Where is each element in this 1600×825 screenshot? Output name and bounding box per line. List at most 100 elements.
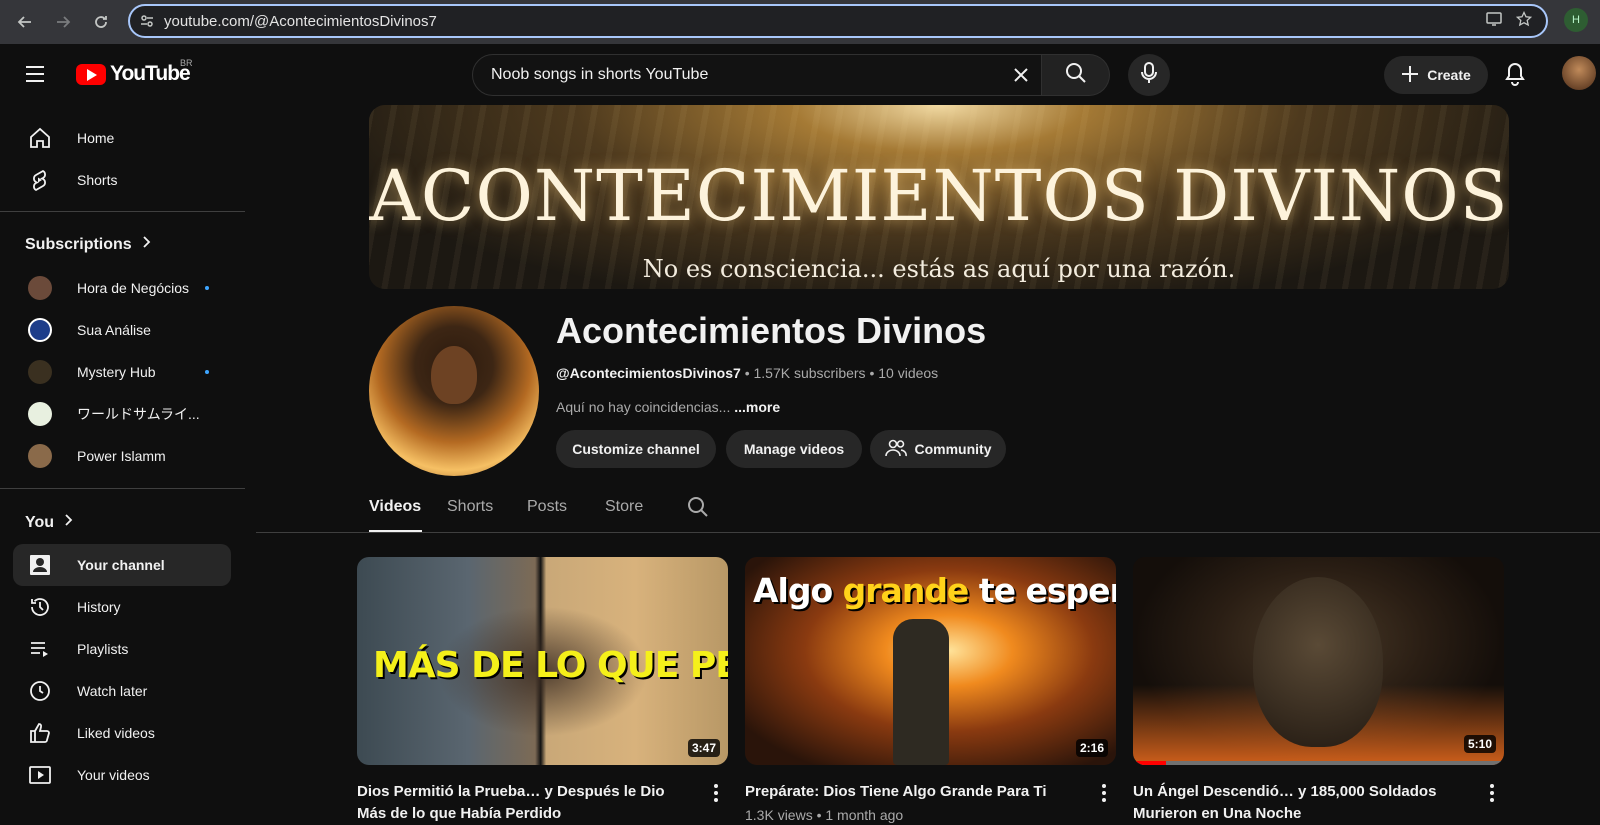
more-link[interactable]: ...more bbox=[734, 399, 780, 415]
sidebar-sub-world-samurai[interactable]: ワールドサムライ... bbox=[13, 393, 231, 435]
sidebar-sub-power-islamm[interactable]: Power Islamm bbox=[13, 435, 231, 477]
tab-shorts[interactable]: Shorts bbox=[447, 498, 493, 516]
browser-profile-avatar[interactable]: H bbox=[1564, 8, 1588, 32]
reload-icon[interactable] bbox=[84, 5, 118, 39]
sidebar-item-label: ワールドサムライ... bbox=[77, 406, 200, 422]
channel-banner: ACONTECIMIENTOS DIVINOS No es conscienci… bbox=[369, 105, 1509, 289]
watch-progress-fill bbox=[1133, 761, 1167, 765]
search-button[interactable] bbox=[1042, 54, 1110, 96]
channel-handle: @AcontecimientosDivinos7 bbox=[556, 365, 741, 381]
channel-avatar bbox=[28, 360, 52, 384]
button-label: Manage videos bbox=[743, 441, 845, 457]
more-actions-icon[interactable] bbox=[1480, 781, 1504, 805]
account-avatar[interactable] bbox=[1562, 56, 1596, 90]
youtube-play-icon bbox=[76, 63, 106, 85]
video-thumbnail[interactable]: 5:10 bbox=[1133, 557, 1504, 765]
sidebar-item-label: History bbox=[77, 599, 121, 615]
bookmark-star-icon[interactable] bbox=[1515, 10, 1533, 32]
video-card[interactable]: MÁS DE LO QUE PERDIÓ 3:47 Dios Permitió … bbox=[357, 557, 728, 822]
channel-avatar bbox=[28, 318, 52, 342]
sidebar-sub-hora-de-negocios[interactable]: Hora de Negócios bbox=[13, 267, 231, 309]
community-icon bbox=[884, 439, 907, 460]
forward-icon[interactable] bbox=[46, 5, 80, 39]
tab-posts[interactable]: Posts bbox=[527, 498, 567, 516]
sidebar-item-label: Watch later bbox=[77, 683, 148, 699]
new-content-dot bbox=[205, 286, 209, 290]
sidebar-item-label: Home bbox=[77, 130, 115, 146]
search-query[interactable]: Noob songs in shorts YouTube bbox=[473, 66, 1001, 84]
sidebar-item-your-channel[interactable]: Your channel bbox=[13, 544, 231, 586]
channel-avatar-large[interactable] bbox=[369, 306, 539, 476]
clear-search-icon[interactable] bbox=[1001, 66, 1041, 84]
tab-videos[interactable]: Videos bbox=[369, 498, 421, 516]
country-code: BR bbox=[180, 58, 193, 68]
address-bar[interactable]: youtube.com/@AcontecimientosDivinos7 bbox=[128, 4, 1548, 38]
back-icon[interactable] bbox=[8, 5, 42, 39]
video-title[interactable]: Dios Permitió la Prueba… y Después le Di… bbox=[357, 781, 697, 825]
sidebar-sub-sua-analise[interactable]: Sua Análise bbox=[13, 309, 231, 351]
sidebar-item-label: Shorts bbox=[77, 172, 118, 188]
subscriptions-heading-label: Subscriptions bbox=[25, 235, 132, 253]
video-card[interactable]: Algo grande te espera 2:16 Prepárate: Di… bbox=[745, 557, 1116, 823]
thumbnail-word: Algo bbox=[753, 571, 833, 610]
sidebar-item-watch-later[interactable]: Watch later bbox=[13, 670, 231, 712]
video-duration: 5:10 bbox=[1463, 735, 1496, 753]
sidebar-item-history[interactable]: History bbox=[13, 586, 231, 628]
video-thumbnail[interactable]: Algo grande te espera 2:16 bbox=[745, 557, 1116, 765]
create-button[interactable]: Create bbox=[1384, 56, 1488, 94]
tab-store[interactable]: Store bbox=[605, 498, 643, 516]
subscriptions-heading[interactable]: Subscriptions bbox=[25, 235, 152, 254]
video-duration: 2:16 bbox=[1075, 739, 1108, 757]
sidebar-item-liked-videos[interactable]: Liked videos bbox=[13, 712, 231, 754]
yt-masthead: YouTube BR Noob songs in shorts YouTube … bbox=[0, 44, 1600, 104]
plus-icon bbox=[1401, 65, 1419, 86]
channel-description[interactable]: Aquí no hay coincidencias... ...more bbox=[556, 399, 780, 415]
watch-progress-bar bbox=[1133, 761, 1504, 765]
sidebar-item-label: Sua Análise bbox=[77, 322, 151, 338]
customize-channel-button[interactable]: Customize channel bbox=[556, 430, 716, 468]
youtube-logo[interactable]: YouTube BR bbox=[76, 58, 193, 86]
logo-text: YouTube bbox=[110, 62, 191, 85]
channel-name: Acontecimientos Divinos bbox=[556, 310, 987, 351]
sidebar-item-label: Liked videos bbox=[77, 725, 155, 741]
thumbnail-caption: Algo grande te espera bbox=[753, 571, 1116, 610]
microphone-icon bbox=[1140, 61, 1158, 89]
sidebar-item-label: Playlists bbox=[77, 641, 129, 657]
sidebar-item-label: Mystery Hub bbox=[77, 364, 156, 380]
sidebar-sub-mystery-hub[interactable]: Mystery Hub bbox=[13, 351, 231, 393]
thumbnail-figure bbox=[1253, 577, 1383, 747]
channel-meta: @AcontecimientosDivinos7 • 1.57K subscri… bbox=[556, 365, 938, 381]
video-count: 10 videos bbox=[878, 365, 939, 381]
channel-search-icon[interactable] bbox=[687, 496, 709, 523]
menu-icon[interactable] bbox=[24, 64, 48, 89]
sidebar-item-home[interactable]: Home bbox=[13, 117, 231, 159]
sidebar-item-your-videos[interactable]: Your videos bbox=[13, 754, 231, 796]
video-title[interactable]: Un Ángel Descendió… y 185,000 Soldados M… bbox=[1133, 781, 1473, 825]
video-thumbnail[interactable]: MÁS DE LO QUE PERDIÓ 3:47 bbox=[357, 557, 728, 765]
sidebar: Home Shorts Subscriptions Hora de Negóci… bbox=[0, 104, 245, 821]
sidebar-item-label: Your channel bbox=[77, 557, 165, 573]
thumbnail-caption: MÁS DE LO QUE PERDIÓ bbox=[373, 645, 728, 686]
banner-title: ACONTECIMIENTOS DIVINOS bbox=[369, 155, 1509, 237]
button-label: Community bbox=[914, 441, 992, 457]
playlists-icon bbox=[13, 637, 63, 661]
chevron-right-icon bbox=[142, 235, 152, 254]
notifications-bell-icon[interactable] bbox=[1504, 62, 1526, 91]
sidebar-item-shorts[interactable]: Shorts bbox=[13, 159, 231, 201]
your-channel-icon bbox=[13, 553, 63, 577]
community-button[interactable]: Community bbox=[870, 430, 1006, 468]
manage-videos-button[interactable]: Manage videos bbox=[726, 430, 862, 468]
url-text[interactable]: youtube.com/@AcontecimientosDivinos7 bbox=[164, 13, 1486, 30]
site-settings-icon[interactable] bbox=[130, 14, 164, 28]
video-card[interactable]: 5:10 Un Ángel Descendió… y 185,000 Solda… bbox=[1133, 557, 1504, 822]
video-title[interactable]: Prepárate: Dios Tiene Algo Grande Para T… bbox=[745, 781, 1085, 803]
search-input[interactable]: Noob songs in shorts YouTube bbox=[472, 54, 1042, 96]
more-actions-icon[interactable] bbox=[1092, 781, 1116, 805]
more-actions-icon[interactable] bbox=[704, 781, 728, 805]
home-icon bbox=[13, 126, 63, 150]
channel-avatar bbox=[28, 402, 52, 426]
you-heading[interactable]: You bbox=[25, 513, 74, 532]
cast-icon[interactable] bbox=[1486, 11, 1502, 32]
sidebar-item-playlists[interactable]: Playlists bbox=[13, 628, 231, 670]
voice-search-button[interactable] bbox=[1128, 54, 1170, 96]
